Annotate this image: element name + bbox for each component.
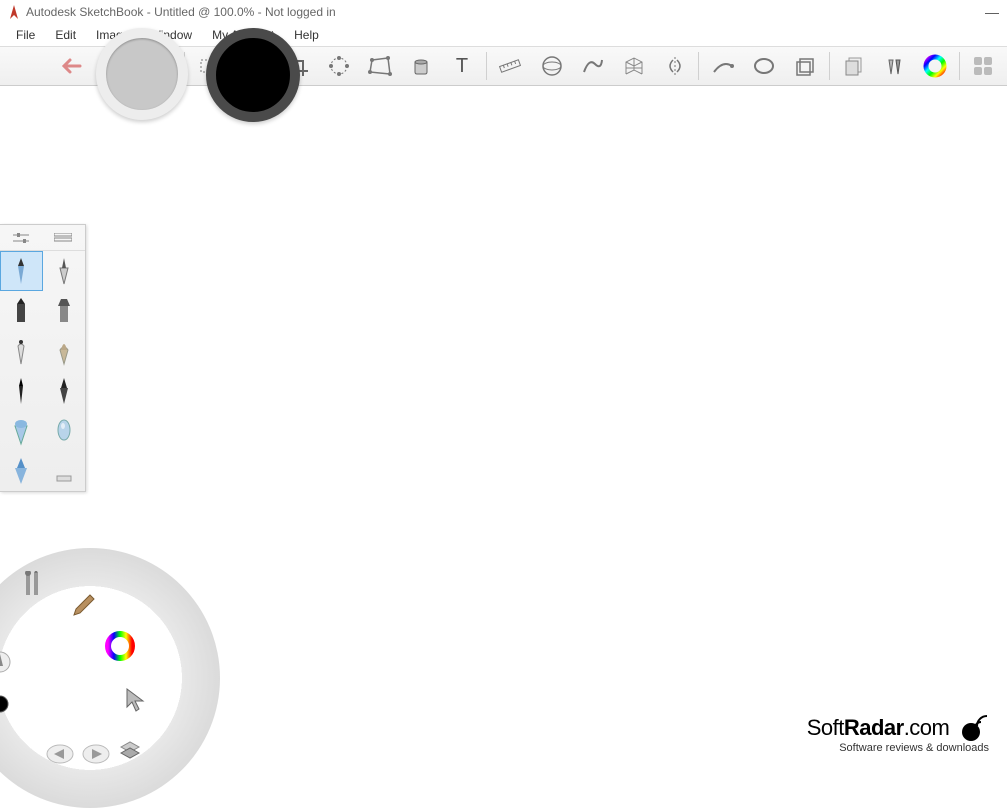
- undo-button[interactable]: [52, 48, 91, 84]
- watermark-brand: SoftRadar.com: [807, 714, 989, 744]
- toolbar-separator: [959, 52, 960, 80]
- brush-brush-soft[interactable]: [43, 331, 86, 371]
- menu-help[interactable]: Help: [284, 26, 329, 44]
- brush-paint-soft[interactable]: [0, 411, 43, 451]
- watermark-brand2: Radar: [844, 715, 904, 740]
- brush-marker[interactable]: [0, 291, 43, 331]
- fill-button[interactable]: [402, 48, 441, 84]
- brush-panel: [0, 224, 86, 492]
- brush-ballpoint[interactable]: [0, 331, 43, 371]
- toolbar-separator: [698, 52, 699, 80]
- brush-ink[interactable]: [0, 371, 43, 411]
- app-icon: [8, 5, 20, 19]
- brush-eraser-soft[interactable]: [43, 451, 86, 491]
- watermark-brand1: Soft: [807, 715, 844, 740]
- lagoon-menu: [0, 548, 220, 808]
- svg-text:T: T: [456, 55, 468, 77]
- radar-icon: [959, 714, 989, 744]
- color-swatches: [96, 86, 300, 122]
- lagoon-next-icon[interactable]: [78, 736, 114, 772]
- shape-polyline-button[interactable]: [786, 48, 825, 84]
- menu-file[interactable]: File: [6, 26, 45, 44]
- brush-smudge[interactable]: [43, 411, 86, 451]
- ui-toggle-button[interactable]: [964, 48, 1003, 84]
- lagoon-layers-icon[interactable]: [112, 732, 148, 768]
- lagoon-brush-icon[interactable]: [65, 588, 101, 624]
- lagoon-tools-icon[interactable]: [15, 568, 51, 604]
- ruler-button[interactable]: [491, 48, 530, 84]
- window-title: Autodesk SketchBook - Untitled @ 100.0% …: [26, 5, 336, 19]
- toolbar-separator: [486, 52, 487, 80]
- brush-airbrush-hard[interactable]: [0, 451, 43, 491]
- watermark: SoftRadar.com Software reviews & downloa…: [807, 714, 989, 754]
- text-button[interactable]: T: [443, 48, 482, 84]
- brush-lib-button[interactable]: [875, 48, 914, 84]
- symmetry-button[interactable]: [655, 48, 694, 84]
- lagoon-current-brush-icon[interactable]: [0, 644, 18, 680]
- lagoon-prev-icon[interactable]: [42, 736, 78, 772]
- ellipse-guide-button[interactable]: [532, 48, 571, 84]
- brush-list-icon[interactable]: [54, 233, 72, 243]
- brush-chisel[interactable]: [43, 291, 86, 331]
- brush-grid: [0, 251, 85, 491]
- brush-pen-fine[interactable]: [43, 251, 86, 291]
- french-curve-button[interactable]: [573, 48, 612, 84]
- distort-button[interactable]: [361, 48, 400, 84]
- brush-pencil[interactable]: [0, 251, 43, 291]
- toolbar-separator: [829, 52, 830, 80]
- layers-button[interactable]: [834, 48, 873, 84]
- shape-ellipse-button[interactable]: [744, 48, 783, 84]
- window-controls: —: [985, 4, 999, 20]
- minimize-button[interactable]: —: [985, 4, 999, 20]
- brush-properties-icon[interactable]: [13, 232, 29, 244]
- transform-button[interactable]: [320, 48, 359, 84]
- foreground-color-swatch[interactable]: [206, 28, 300, 122]
- lagoon-pointer-icon[interactable]: [118, 682, 154, 718]
- lagoon-current-color-icon[interactable]: [0, 686, 18, 722]
- brush-fountain[interactable]: [43, 371, 86, 411]
- perspective-button[interactable]: [614, 48, 653, 84]
- lagoon-color-icon[interactable]: [102, 628, 138, 664]
- background-color-swatch[interactable]: [96, 28, 188, 120]
- menu-edit[interactable]: Edit: [45, 26, 86, 44]
- watermark-tld: .com: [904, 715, 950, 740]
- steady-stroke-button[interactable]: [703, 48, 742, 84]
- titlebar: Autodesk SketchBook - Untitled @ 100.0% …: [0, 0, 1007, 24]
- brush-panel-header: [0, 225, 85, 251]
- color-wheel-button[interactable]: [916, 48, 955, 84]
